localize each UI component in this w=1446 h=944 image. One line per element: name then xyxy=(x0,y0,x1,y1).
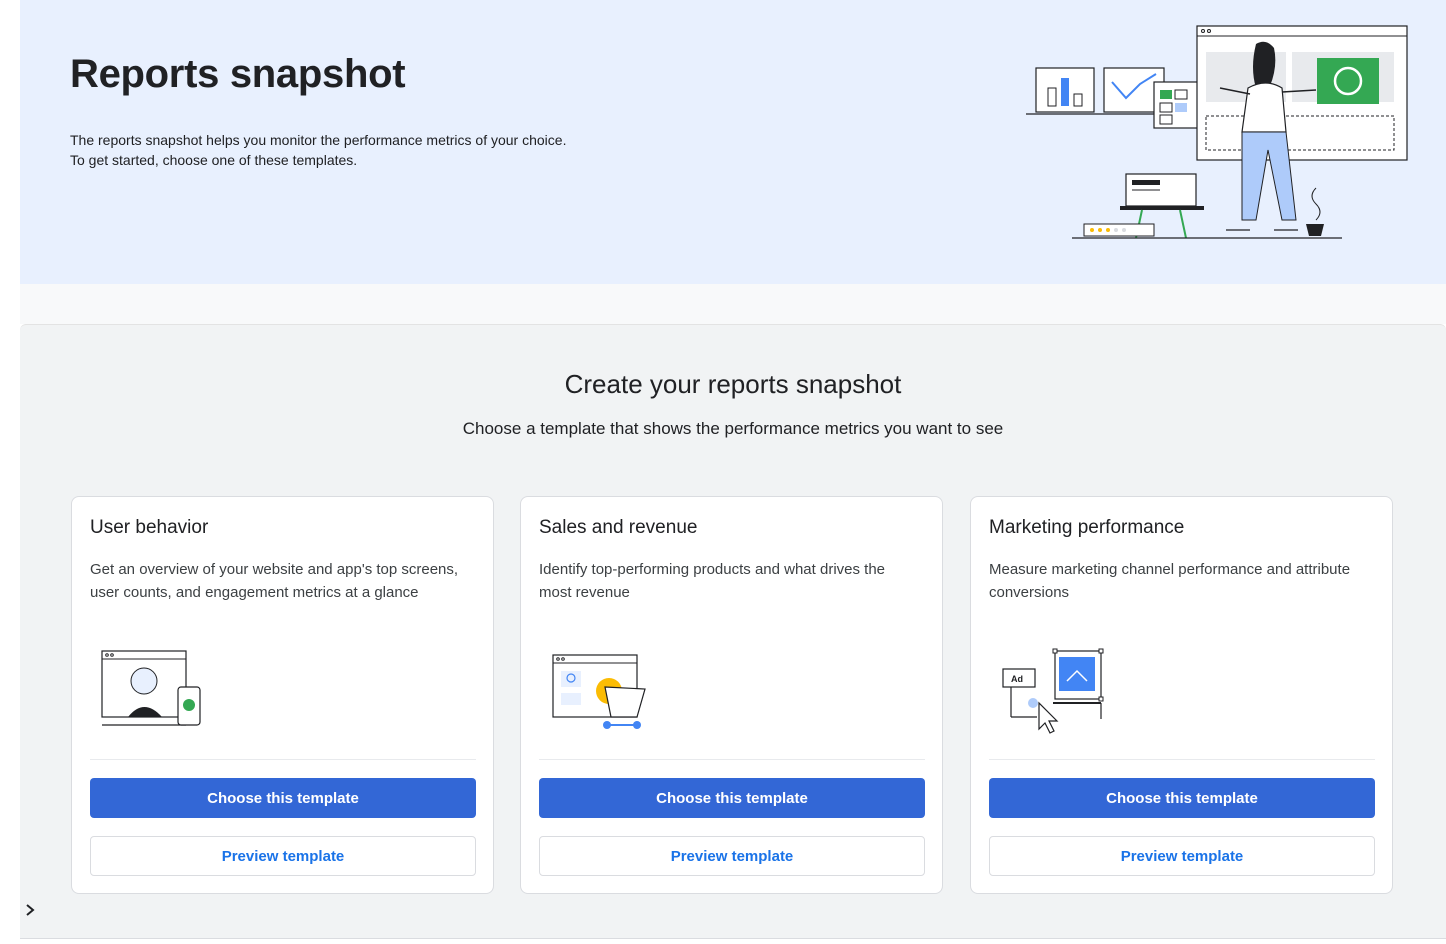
card-title: User behavior xyxy=(90,517,209,538)
preview-template-button[interactable]: Preview template xyxy=(989,836,1375,876)
template-card-marketing-performance: Marketing performance Measure marketing … xyxy=(970,496,1393,894)
card-title: Sales and revenue xyxy=(539,517,698,538)
preview-template-button[interactable]: Preview template xyxy=(539,836,925,876)
ad-badge: Ad xyxy=(1011,674,1023,684)
template-card-sales-revenue: Sales and revenue Identify top-performin… xyxy=(520,496,943,894)
bottom-divider xyxy=(20,938,1446,939)
monitor-phone-icon xyxy=(101,650,201,726)
choose-template-button[interactable]: Choose this template xyxy=(539,778,925,818)
template-selection-panel: Create your reports snapshot Choose a te… xyxy=(20,324,1446,938)
hero-illustration xyxy=(1026,25,1408,239)
card-divider xyxy=(989,759,1375,760)
card-description: Measure marketing channel performance an… xyxy=(989,561,1351,601)
preview-template-button[interactable]: Preview template xyxy=(90,836,476,876)
shopping-cart-icon xyxy=(552,654,646,729)
hero-description-line-2: To get started, choose one of these temp… xyxy=(70,152,358,168)
template-card-user-behavior: User behavior Get an overview of your we… xyxy=(71,496,494,894)
hero-description-line-1: The reports snapshot helps you monitor t… xyxy=(70,132,567,148)
card-description: Identify top-performing products and wha… xyxy=(539,561,886,601)
hero-banner: Reports snapshot The reports snapshot he… xyxy=(20,0,1446,284)
ad-cursor-icon: Ad xyxy=(1002,648,1104,734)
page-title: Reports snapshot xyxy=(70,52,406,96)
card-divider xyxy=(539,759,925,760)
hero-spacer xyxy=(20,284,1446,324)
card-description: Get an overview of your website and app'… xyxy=(90,561,459,601)
card-divider xyxy=(90,759,476,760)
choose-template-button[interactable]: Choose this template xyxy=(90,778,476,818)
section-subtitle: Choose a template that shows the perform… xyxy=(462,419,1004,438)
hero-description: The reports snapshot helps you monitor t… xyxy=(70,130,566,170)
card-title: Marketing performance xyxy=(989,517,1185,538)
chevron-right-icon[interactable] xyxy=(20,899,40,921)
section-title: Create your reports snapshot xyxy=(564,369,902,399)
choose-template-button[interactable]: Choose this template xyxy=(989,778,1375,818)
